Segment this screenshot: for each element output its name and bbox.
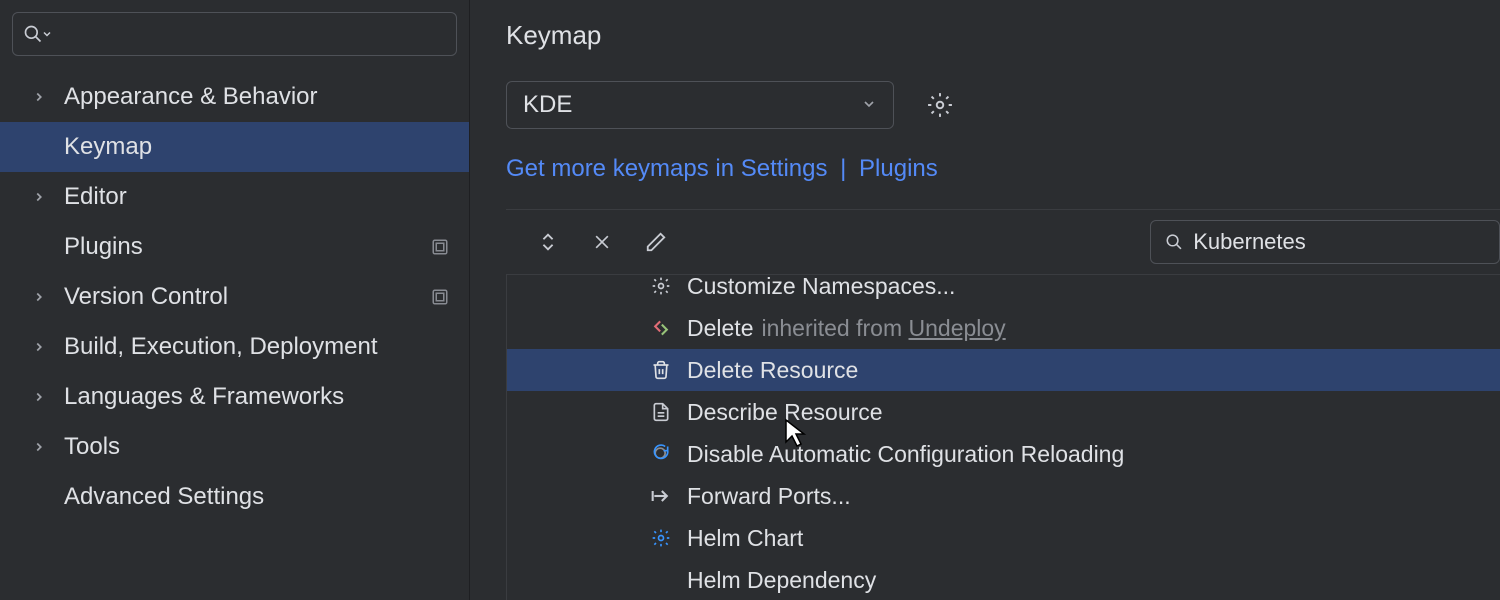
sidebar-item-keymap[interactable]: Keymap xyxy=(0,122,469,172)
keymap-scheme-row: KDE xyxy=(506,81,1500,129)
sidebar-item-label: Tools xyxy=(64,433,120,461)
trash-icon xyxy=(647,360,675,380)
action-helm-chart[interactable]: Helm Chart xyxy=(507,517,1500,559)
sidebar-item-build[interactable]: Build, Execution, Deployment xyxy=(0,322,469,372)
project-badge-icon xyxy=(431,238,449,256)
undeploy-icon xyxy=(647,318,675,338)
sidebar-item-label: Languages & Frameworks xyxy=(64,383,344,411)
keymap-action-list[interactable]: Customize Namespaces... Delete inherited… xyxy=(506,274,1500,600)
settings-main: Keymap KDE Get more keymaps in Settings … xyxy=(470,0,1500,600)
chevron-right-icon xyxy=(28,340,50,354)
sidebar-item-version-control[interactable]: Version Control xyxy=(0,272,469,322)
sidebar-item-label: Editor xyxy=(64,183,127,211)
action-label: Helm Chart xyxy=(687,525,803,552)
chevron-right-icon xyxy=(28,90,50,104)
collapse-icon xyxy=(592,232,612,252)
sidebar-item-advanced[interactable]: Advanced Settings xyxy=(0,472,469,522)
keymap-filter-input[interactable] xyxy=(1193,229,1485,255)
page-title: Keymap xyxy=(506,0,1500,81)
expand-collapse-button[interactable] xyxy=(526,220,570,264)
get-more-keymaps-link-row: Get more keymaps in Settings | Plugins xyxy=(506,155,1500,183)
settings-sidebar: Appearance & Behavior Keymap Editor Plug… xyxy=(0,0,470,600)
sidebar-search-input[interactable] xyxy=(59,23,446,46)
sidebar-item-label: Appearance & Behavior xyxy=(64,83,318,111)
sidebar-item-tools[interactable]: Tools xyxy=(0,422,469,472)
action-delete[interactable]: Delete inherited from Undeploy xyxy=(507,307,1500,349)
action-label: Disable Automatic Configuration Reloadin… xyxy=(687,441,1124,468)
sidebar-search[interactable] xyxy=(12,12,457,56)
sidebar-item-plugins[interactable]: Plugins xyxy=(0,222,469,272)
keymap-scheme-select[interactable]: KDE xyxy=(506,81,894,129)
action-label: Describe Resource xyxy=(687,399,883,426)
pencil-icon xyxy=(645,231,667,253)
settings-tree: Appearance & Behavior Keymap Editor Plug… xyxy=(0,64,469,522)
chevron-right-icon xyxy=(28,290,50,304)
sidebar-item-label: Advanced Settings xyxy=(64,483,264,511)
action-forward-ports[interactable]: Forward Ports... xyxy=(507,475,1500,517)
action-label: Delete xyxy=(687,315,753,342)
search-icon xyxy=(1165,232,1183,252)
chevron-down-icon xyxy=(41,28,53,40)
expand-collapse-icon xyxy=(537,231,559,253)
link-separator: | xyxy=(840,155,846,182)
sidebar-item-label: Plugins xyxy=(64,233,143,261)
keymap-settings-button[interactable] xyxy=(924,89,956,121)
gear-icon xyxy=(927,92,953,118)
reload-icon xyxy=(647,444,675,464)
action-label: Helm Dependency xyxy=(687,567,876,594)
edit-button[interactable] xyxy=(634,220,678,264)
chevron-down-icon xyxy=(861,92,877,118)
gear-icon xyxy=(647,276,675,296)
search-icon xyxy=(23,24,43,44)
action-delete-resource[interactable]: Delete Resource xyxy=(507,349,1500,391)
document-icon xyxy=(647,402,675,422)
sidebar-item-languages[interactable]: Languages & Frameworks xyxy=(0,372,469,422)
keymap-filter[interactable] xyxy=(1150,220,1500,264)
action-disable-auto-reload[interactable]: Disable Automatic Configuration Reloadin… xyxy=(507,433,1500,475)
chevron-right-icon xyxy=(28,390,50,404)
sidebar-item-label: Keymap xyxy=(64,133,152,161)
forward-icon xyxy=(647,486,675,506)
chevron-right-icon xyxy=(28,190,50,204)
project-badge-icon xyxy=(431,288,449,306)
action-label: Delete Resource xyxy=(687,357,858,384)
action-suffix: inherited from Undeploy xyxy=(761,315,1005,342)
sidebar-item-label: Version Control xyxy=(64,283,228,311)
action-label: Customize Namespaces... xyxy=(687,274,955,300)
sidebar-item-label: Build, Execution, Deployment xyxy=(64,333,378,361)
action-describe-resource[interactable]: Describe Resource xyxy=(507,391,1500,433)
keymap-toolbar xyxy=(506,210,1500,274)
plugins-link[interactable]: Plugins xyxy=(859,155,938,182)
action-helm-dependency[interactable]: Helm Dependency xyxy=(507,559,1500,600)
sidebar-item-editor[interactable]: Editor xyxy=(0,172,469,222)
helm-gear-icon xyxy=(647,528,675,548)
action-customize-namespaces[interactable]: Customize Namespaces... xyxy=(507,274,1500,307)
keymap-scheme-value: KDE xyxy=(523,91,572,119)
chevron-right-icon xyxy=(28,440,50,454)
action-label: Forward Ports... xyxy=(687,483,851,510)
sidebar-item-appearance[interactable]: Appearance & Behavior xyxy=(0,72,469,122)
collapse-all-button[interactable] xyxy=(580,220,624,264)
get-more-keymaps-link[interactable]: Get more keymaps in Settings xyxy=(506,155,827,182)
